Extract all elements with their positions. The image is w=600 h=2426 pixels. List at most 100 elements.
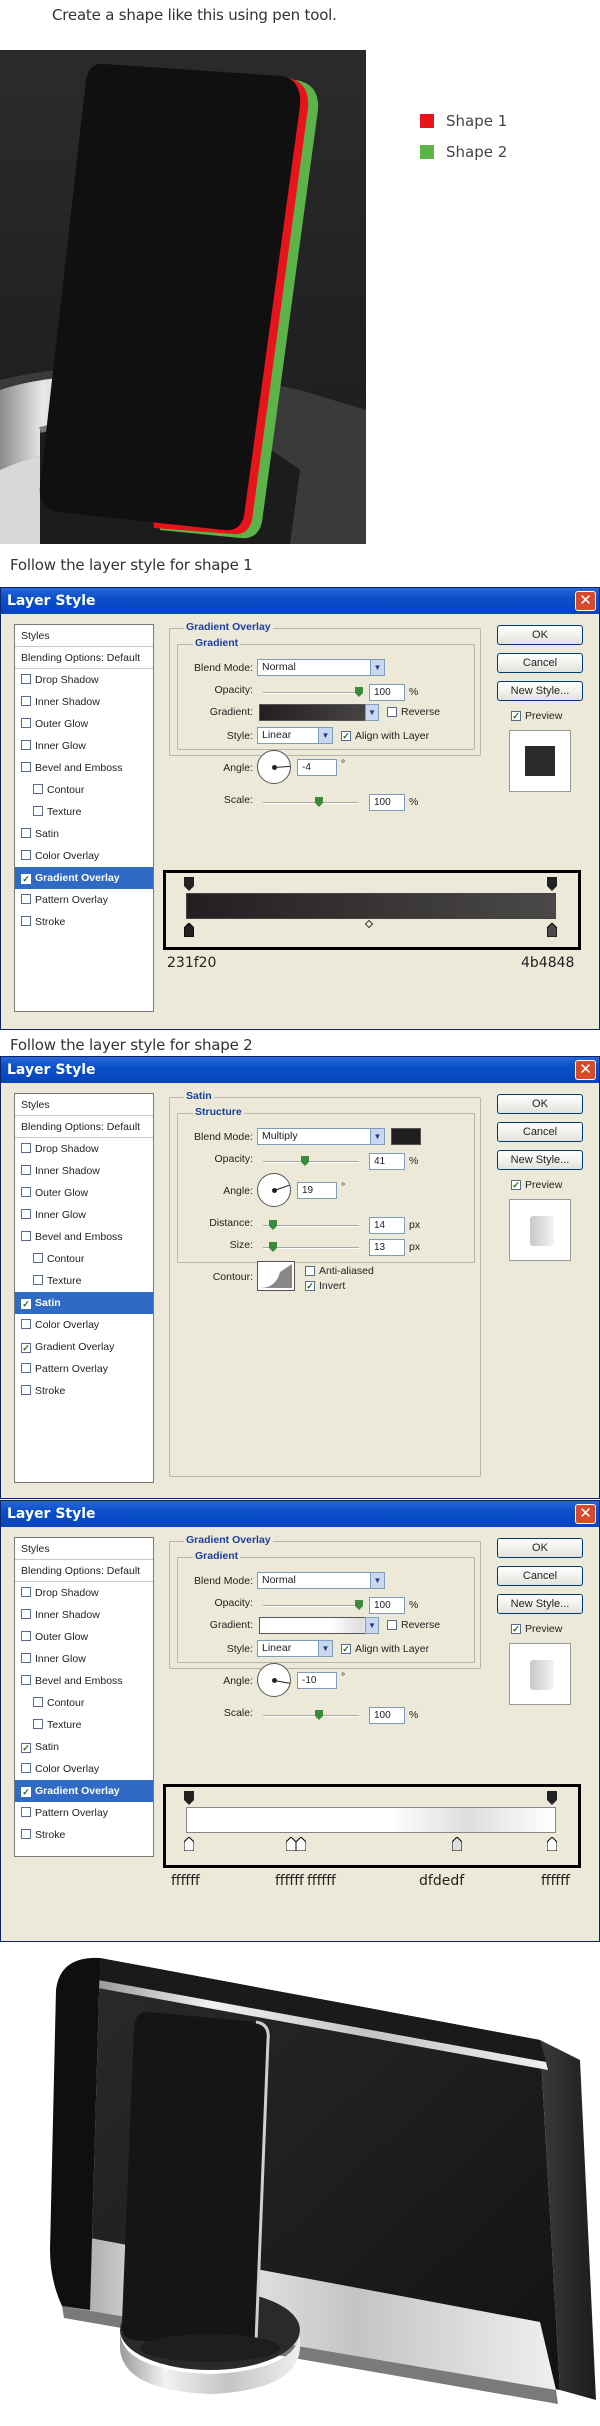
styles-item-stroke[interactable]: Stroke [15, 911, 153, 933]
styles-item-pattern-overlay[interactable]: Pattern Overlay [15, 1802, 153, 1824]
preview-checkbox[interactable]: ✓ [511, 1624, 521, 1634]
new-style-button[interactable]: New Style... [497, 1594, 583, 1614]
styles-item-bevel[interactable]: Bevel and Emboss [15, 1226, 153, 1248]
styles-item-texture[interactable]: Texture [15, 1270, 153, 1292]
checkbox[interactable] [21, 1363, 31, 1373]
checkbox[interactable] [21, 674, 31, 684]
checkbox[interactable] [21, 718, 31, 728]
gradient-picker[interactable] [259, 704, 379, 721]
opacity-slider[interactable] [263, 687, 363, 697]
close-icon[interactable]: ✕ [575, 1060, 596, 1080]
slider-thumb[interactable] [315, 1710, 323, 1720]
checkbox[interactable] [21, 1165, 31, 1175]
blend-mode-select[interactable]: Normal ▼ [257, 1572, 385, 1589]
align-checkbox[interactable]: ✓ [341, 1644, 351, 1654]
styles-item-stroke[interactable]: Stroke [15, 1380, 153, 1402]
checkbox[interactable] [21, 1829, 31, 1839]
color-stop-icon[interactable] [286, 1837, 296, 1851]
new-style-button[interactable]: New Style... [497, 1150, 583, 1170]
opacity-stop-icon[interactable] [184, 877, 194, 891]
styles-item-pattern-overlay[interactable]: Pattern Overlay [15, 1358, 153, 1380]
styles-item-texture[interactable]: Texture [15, 1714, 153, 1736]
styles-item-color-overlay[interactable]: Color Overlay [15, 1758, 153, 1780]
styles-item-styles[interactable]: Styles [15, 1094, 153, 1116]
color-stop-icon[interactable] [547, 1837, 557, 1851]
color-stop-icon[interactable] [296, 1837, 306, 1851]
opacity-stop-icon[interactable] [547, 1791, 557, 1805]
styles-item-color-overlay[interactable]: Color Overlay [15, 1314, 153, 1336]
opacity-input[interactable]: 100 [369, 684, 405, 701]
styles-item-inner-glow[interactable]: Inner Glow [15, 1648, 153, 1670]
styles-item-stroke[interactable]: Stroke [15, 1824, 153, 1846]
scale-slider[interactable] [263, 797, 359, 807]
style-select[interactable]: Linear ▼ [257, 1640, 333, 1657]
checkbox-checked[interactable]: ✓ [21, 1743, 31, 1753]
color-stop-icon[interactable] [452, 1837, 462, 1851]
opacity-slider[interactable] [263, 1600, 363, 1610]
checkbox[interactable] [21, 1653, 31, 1663]
scale-input[interactable]: 100 [369, 794, 405, 811]
checkbox-checked[interactable]: ✓ [21, 1343, 31, 1353]
checkbox[interactable] [21, 1385, 31, 1395]
styles-item-inner-glow[interactable]: Inner Glow [15, 1204, 153, 1226]
styles-item-blending[interactable]: Blending Options: Default [15, 647, 153, 669]
styles-item-outer-glow[interactable]: Outer Glow [15, 1626, 153, 1648]
midpoint-icon[interactable] [364, 919, 374, 929]
reverse-checkbox[interactable] [387, 707, 397, 717]
styles-item-styles[interactable]: Styles [15, 1538, 153, 1560]
distance-slider[interactable] [263, 1220, 359, 1230]
close-icon[interactable]: ✕ [575, 1504, 596, 1524]
align-checkbox[interactable]: ✓ [341, 731, 351, 741]
opacity-stop-icon[interactable] [184, 1791, 194, 1805]
gradient-dropdown[interactable]: ▼ [365, 704, 379, 721]
styles-item-satin[interactable]: ✓ Satin [15, 1292, 153, 1314]
styles-item-outer-glow[interactable]: Outer Glow [15, 713, 153, 735]
styles-item-contour[interactable]: Contour [15, 1248, 153, 1270]
styles-item-bevel[interactable]: Bevel and Emboss [15, 1670, 153, 1692]
angle-dial[interactable] [257, 1663, 291, 1697]
styles-item-blending[interactable]: Blending Options: Default [15, 1116, 153, 1138]
checkbox[interactable] [33, 1275, 43, 1285]
styles-item-inner-glow[interactable]: Inner Glow [15, 735, 153, 757]
styles-item-texture[interactable]: Texture [15, 801, 153, 823]
new-style-button[interactable]: New Style... [497, 681, 583, 701]
preview-checkbox[interactable]: ✓ [511, 1180, 521, 1190]
checkbox[interactable] [33, 1253, 43, 1263]
styles-item-satin[interactable]: ✓ Satin [15, 1736, 153, 1758]
gradient-dropdown[interactable]: ▼ [365, 1617, 379, 1634]
angle-input[interactable]: -10 [297, 1672, 337, 1689]
angle-input[interactable]: -4 [297, 759, 337, 776]
checkbox[interactable] [21, 762, 31, 772]
invert-checkbox[interactable]: ✓ [305, 1281, 315, 1291]
cancel-button[interactable]: Cancel [497, 1566, 583, 1586]
styles-item-contour[interactable]: Contour [15, 779, 153, 801]
ok-button[interactable]: OK [497, 1094, 583, 1114]
size-input[interactable]: 13 [369, 1239, 405, 1256]
checkbox[interactable] [21, 1763, 31, 1773]
opacity-input[interactable]: 100 [369, 1597, 405, 1614]
checkbox[interactable] [21, 1807, 31, 1817]
checkbox[interactable] [21, 1209, 31, 1219]
styles-item-bevel[interactable]: Bevel and Emboss [15, 757, 153, 779]
color-stop-icon[interactable] [184, 1837, 194, 1851]
checkbox[interactable] [21, 894, 31, 904]
styles-item-styles[interactable]: Styles [15, 625, 153, 647]
checkbox[interactable] [33, 1719, 43, 1729]
checkbox[interactable] [21, 1319, 31, 1329]
angle-dial[interactable] [257, 750, 291, 784]
checkbox[interactable] [21, 916, 31, 926]
checkbox[interactable] [21, 1587, 31, 1597]
checkbox[interactable] [21, 828, 31, 838]
checkbox[interactable] [21, 1187, 31, 1197]
cancel-button[interactable]: Cancel [497, 1122, 583, 1142]
style-select[interactable]: Linear ▼ [257, 727, 333, 744]
checkbox[interactable] [21, 1675, 31, 1685]
styles-item-contour[interactable]: Contour [15, 1692, 153, 1714]
scale-input[interactable]: 100 [369, 1707, 405, 1724]
checkbox[interactable] [33, 784, 43, 794]
distance-input[interactable]: 14 [369, 1217, 405, 1234]
styles-item-inner-shadow[interactable]: Inner Shadow [15, 1160, 153, 1182]
color-stop-icon[interactable] [184, 923, 194, 937]
styles-item-gradient-overlay[interactable]: ✓ Gradient Overlay [15, 1780, 153, 1802]
color-stop-icon[interactable] [547, 923, 557, 937]
